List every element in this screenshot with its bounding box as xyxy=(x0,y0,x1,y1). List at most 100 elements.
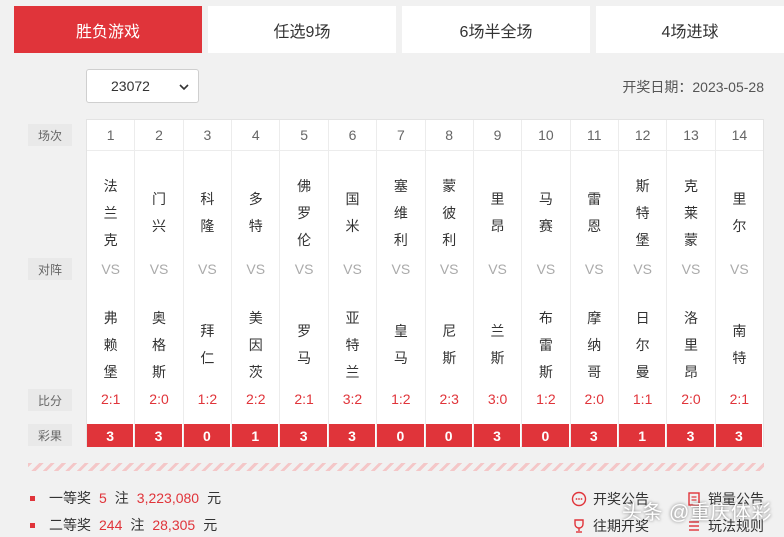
team-char: 特 xyxy=(248,218,263,234)
away-team: 洛里昂 xyxy=(667,286,714,404)
team-char: 南 xyxy=(732,323,747,339)
match-result: 0 xyxy=(183,424,232,447)
match-result: 3 xyxy=(715,424,764,447)
home-team: 蒙彼利 xyxy=(426,158,473,268)
match-result: 3 xyxy=(570,424,618,447)
match-result: 3 xyxy=(280,424,328,447)
team-char: 门 xyxy=(152,191,167,207)
home-team: 斯特堡 xyxy=(619,158,666,268)
vs-label: VS xyxy=(391,261,411,277)
home-team: 多特 xyxy=(232,158,279,268)
team-char: 日 xyxy=(635,309,650,326)
match-score: 1:1 xyxy=(632,391,653,407)
game-tabs: 胜负游戏 任选9场 6场半全场 4场进球 xyxy=(14,6,784,53)
team-char: 罗 xyxy=(297,204,312,221)
team-char: 拜 xyxy=(200,323,215,339)
issue-select-value: 23072 xyxy=(111,78,150,94)
vs-label: VS xyxy=(198,261,217,277)
team-char: 尔 xyxy=(635,336,650,353)
issue-select[interactable]: 23072 xyxy=(86,69,199,103)
match-score: 1:2 xyxy=(391,391,411,407)
team-char: 纳 xyxy=(587,336,602,353)
team-char: 兰 xyxy=(103,204,118,221)
vs-label: VS xyxy=(536,261,556,277)
team-char: 维 xyxy=(393,204,408,221)
team-char: 兴 xyxy=(152,218,167,234)
match-score: 2:1 xyxy=(100,391,121,407)
prize-row-first: 一等奖 5 注 3,223,080 元 xyxy=(30,488,221,508)
team-char: 哥 xyxy=(587,363,602,380)
team-char: 马 xyxy=(393,350,408,366)
away-team: 奥格斯 xyxy=(135,286,182,404)
match-column: 9 里昂 VS 兰斯 3:0 3 xyxy=(473,120,523,447)
match-column: 10 马赛 VS 布雷斯 1:2 0 xyxy=(522,120,571,447)
team-char: 赛 xyxy=(538,218,553,234)
team-char: 克 xyxy=(103,231,118,248)
team-char: 里 xyxy=(732,191,747,207)
match-number: 7 xyxy=(377,120,425,151)
match-result: 3 xyxy=(667,424,715,447)
chevron-down-icon xyxy=(179,84,189,91)
match-number: 10 xyxy=(522,120,570,151)
prize-count-unit: 注 xyxy=(130,517,145,533)
team-char: 科 xyxy=(200,191,215,207)
team-char: 斯 xyxy=(490,350,505,366)
team-char: 莱 xyxy=(683,204,698,221)
match-number: 3 xyxy=(183,120,232,151)
match-column: 5 佛罗伦 VS 罗马 2:1 3 xyxy=(280,120,329,447)
match-number: 13 xyxy=(667,120,715,151)
chat-bubble-icon xyxy=(571,491,587,507)
away-team: 南特 xyxy=(716,286,763,404)
match-column: 4 多特 VS 美因茨 2:2 1 xyxy=(232,120,281,447)
match-column: 6 国米 VS 亚特兰 3:2 3 xyxy=(328,120,378,447)
prize-currency: 元 xyxy=(203,517,218,533)
match-score: 1:2 xyxy=(536,391,556,407)
match-score: 2:1 xyxy=(294,391,314,407)
tab-3[interactable]: 6场半全场 xyxy=(402,6,590,53)
team-char: 洛 xyxy=(683,309,698,326)
team-char: 奥 xyxy=(152,309,167,326)
team-char: 因 xyxy=(248,336,263,353)
vs-label: VS xyxy=(343,261,362,277)
team-char: 米 xyxy=(345,218,360,234)
team-char: 曼 xyxy=(635,363,650,380)
away-team: 兰斯 xyxy=(474,286,521,404)
tab-1[interactable]: 胜负游戏 xyxy=(14,6,202,53)
match-grid: 1 法兰克 VS 弗赖堡 2:1 3 2 门兴 VS 奥格斯 2:0 3 3 科隆 VS 拜仁 1:2 0 4 多特 V… xyxy=(86,119,764,447)
team-char: 克 xyxy=(683,177,698,194)
team-char: 昂 xyxy=(490,218,505,234)
home-team: 法兰克 xyxy=(87,158,134,268)
prize-count-unit: 注 xyxy=(114,490,129,506)
prize-name: 一等奖 xyxy=(49,490,91,506)
away-team: 拜仁 xyxy=(184,286,231,404)
team-char: 里 xyxy=(683,336,698,353)
team-char: 皇 xyxy=(393,323,408,339)
match-result: 3 xyxy=(473,424,522,447)
match-result: 0 xyxy=(377,424,425,447)
home-team: 科隆 xyxy=(184,158,231,268)
tab-4[interactable]: 4场进球 xyxy=(596,6,784,53)
vs-label: VS xyxy=(584,261,604,277)
match-result: 0 xyxy=(425,424,473,447)
tab-2[interactable]: 任选9场 xyxy=(208,6,396,53)
home-team: 雷恩 xyxy=(571,158,618,268)
team-char: 特 xyxy=(345,336,360,353)
team-char: 昂 xyxy=(683,363,698,380)
match-column: 12 斯特堡 VS 日尔曼 1:1 1 xyxy=(618,120,668,447)
team-char: 仁 xyxy=(200,350,215,366)
match-result: 3 xyxy=(135,424,183,447)
match-score: 2:1 xyxy=(729,391,750,407)
match-column: 3 科隆 VS 拜仁 1:2 0 xyxy=(183,120,233,447)
match-score: 2:2 xyxy=(246,391,266,407)
vs-label: VS xyxy=(294,261,314,277)
match-number: 12 xyxy=(618,120,667,151)
away-team: 摩纳哥 xyxy=(571,286,618,404)
prize-count: 5 xyxy=(99,490,107,506)
match-number: 1 xyxy=(87,120,135,151)
trophy-icon xyxy=(574,519,584,533)
team-char: 恩 xyxy=(587,218,602,234)
team-char: 摩 xyxy=(587,309,602,326)
team-char: 里 xyxy=(490,191,505,207)
match-column: 13 克莱蒙 VS 洛里昂 2:0 3 xyxy=(667,120,716,447)
match-number: 5 xyxy=(280,120,328,151)
